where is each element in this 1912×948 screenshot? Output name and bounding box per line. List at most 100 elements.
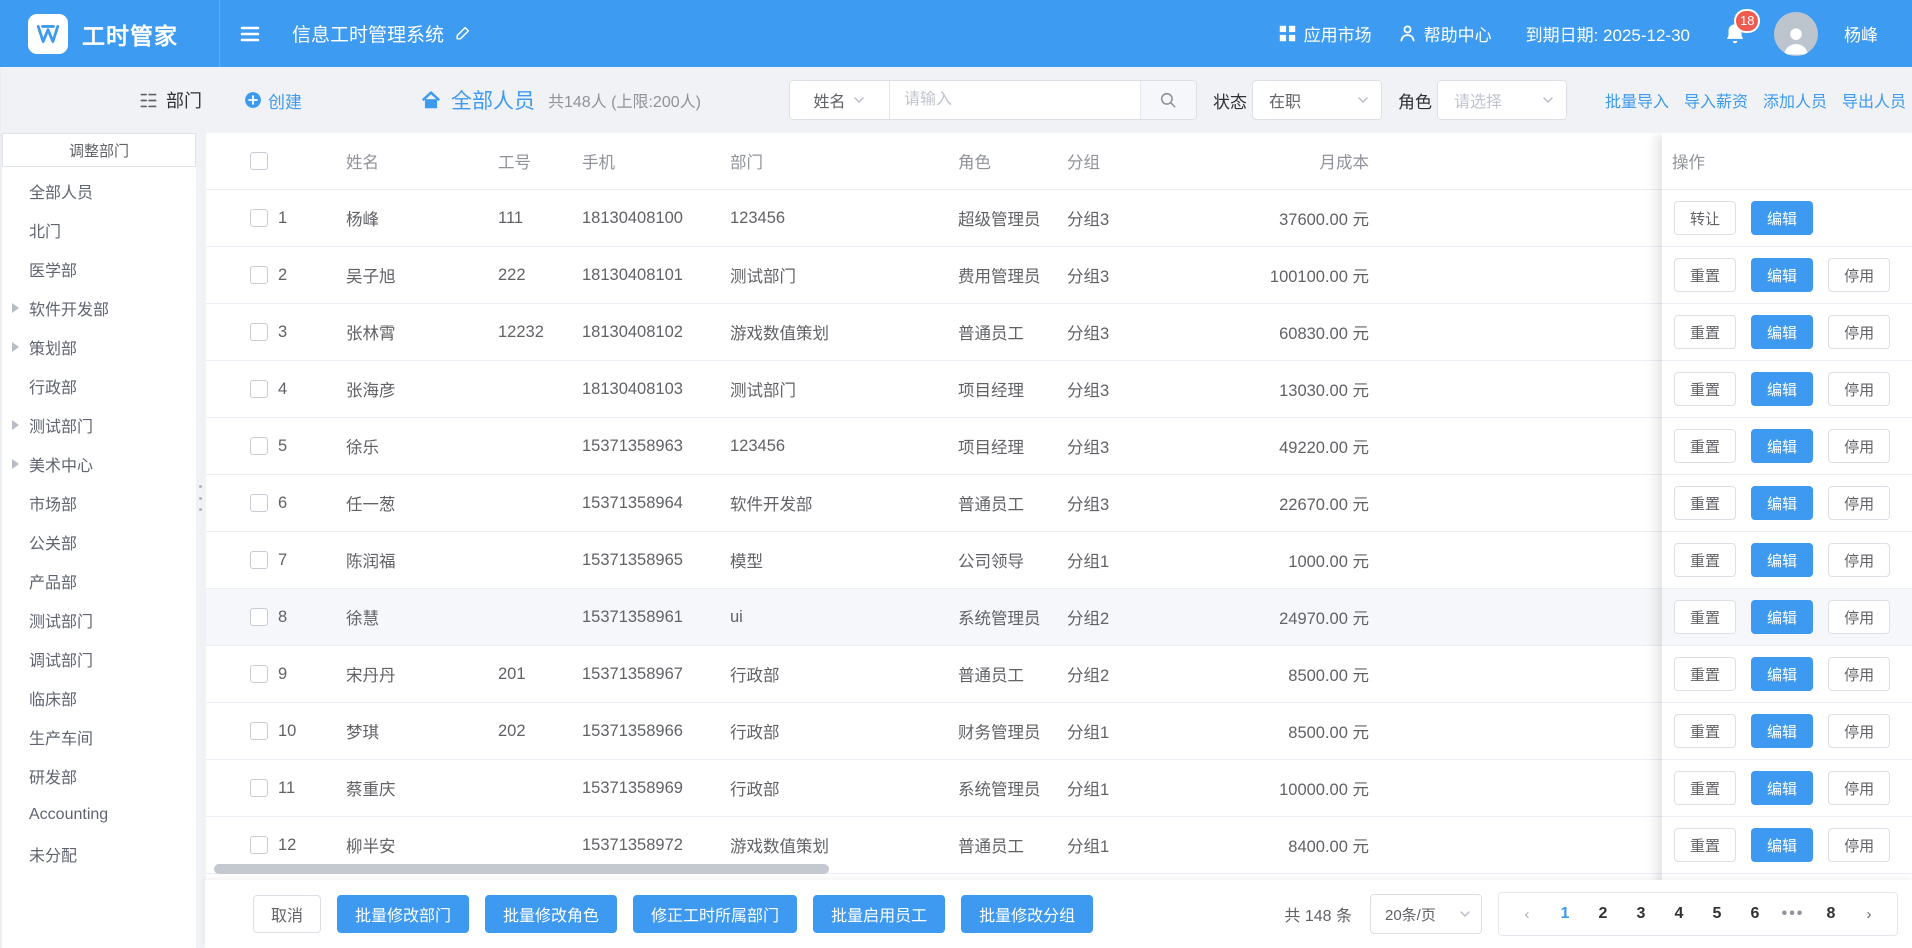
disable-button[interactable]: 停用 — [1828, 486, 1890, 520]
reset-button[interactable]: 重置 — [1674, 258, 1736, 292]
row-checkbox[interactable] — [250, 779, 268, 797]
search-button[interactable] — [1140, 81, 1196, 119]
disable-button[interactable]: 停用 — [1828, 372, 1890, 406]
toolbar-link[interactable]: 批量导入 — [1605, 88, 1669, 112]
help-center-link[interactable]: 帮助中心 — [1398, 21, 1492, 46]
dept-tree-node[interactable]: 测试部门 — [2, 405, 196, 444]
reset-button[interactable]: 重置 — [1674, 600, 1736, 634]
disable-button[interactable]: 停用 — [1828, 714, 1890, 748]
row-checkbox[interactable] — [250, 323, 268, 341]
row-checkbox[interactable] — [250, 266, 268, 284]
dept-tree-node[interactable]: 未分配 — [2, 834, 196, 873]
notification-bell[interactable]: 18 — [1722, 21, 1748, 47]
edit-button[interactable]: 编辑 — [1751, 372, 1813, 406]
disable-button[interactable]: 停用 — [1828, 258, 1890, 292]
dept-tree-node[interactable]: 调试部门 — [2, 639, 196, 678]
row-checkbox[interactable] — [250, 437, 268, 455]
batch-button[interactable]: 批量启用员工 — [813, 895, 945, 933]
disable-button[interactable]: 停用 — [1828, 315, 1890, 349]
disable-button[interactable]: 停用 — [1828, 657, 1890, 691]
transfer-button[interactable]: 转让 — [1674, 201, 1736, 235]
dept-tree-node[interactable]: 产品部 — [2, 561, 196, 600]
caret-right-icon[interactable] — [12, 303, 19, 313]
status-select[interactable]: 在职 — [1252, 80, 1382, 120]
toolbar-link[interactable]: 导出人员 — [1842, 88, 1906, 112]
reset-button[interactable]: 重置 — [1674, 486, 1736, 520]
next-page-button[interactable]: › — [1853, 898, 1885, 930]
dept-tree-node[interactable]: 策划部 — [2, 327, 196, 366]
dept-tree-node[interactable]: 美术中心 — [2, 444, 196, 483]
edit-button[interactable]: 编辑 — [1751, 315, 1813, 349]
current-username[interactable]: 杨峰 — [1844, 21, 1878, 46]
dept-tree-node[interactable]: 全部人员 — [2, 171, 196, 210]
dept-tree-node[interactable]: 软件开发部 — [2, 288, 196, 327]
reset-button[interactable]: 重置 — [1674, 315, 1736, 349]
row-checkbox[interactable] — [250, 665, 268, 683]
panel-resize-handle[interactable] — [196, 485, 204, 511]
reset-button[interactable]: 重置 — [1674, 828, 1736, 862]
select-all-checkbox[interactable] — [250, 152, 268, 170]
reset-button[interactable]: 重置 — [1674, 657, 1736, 691]
edit-button[interactable]: 编辑 — [1751, 543, 1813, 577]
disable-button[interactable]: 停用 — [1828, 771, 1890, 805]
dept-tree-node[interactable]: 临床部 — [2, 678, 196, 717]
reset-button[interactable]: 重置 — [1674, 771, 1736, 805]
edit-button[interactable]: 编辑 — [1751, 657, 1813, 691]
batch-button[interactable]: 批量修改角色 — [485, 895, 617, 933]
edit-button[interactable]: 编辑 — [1751, 258, 1813, 292]
reset-button[interactable]: 重置 — [1674, 372, 1736, 406]
edit-button[interactable]: 编辑 — [1751, 429, 1813, 463]
row-checkbox[interactable] — [250, 722, 268, 740]
disable-button[interactable]: 停用 — [1828, 543, 1890, 577]
create-dept-button[interactable]: 创建 — [244, 88, 302, 113]
disable-button[interactable]: 停用 — [1828, 600, 1890, 634]
dept-tree-node[interactable]: 北门 — [2, 210, 196, 249]
user-avatar[interactable] — [1774, 12, 1818, 56]
app-market-link[interactable]: 应用市场 — [1278, 21, 1372, 46]
dept-tree-node[interactable]: 医学部 — [2, 249, 196, 288]
row-checkbox[interactable] — [250, 608, 268, 626]
dept-tree-node[interactable]: Accounting — [2, 795, 196, 834]
edit-button[interactable]: 编辑 — [1751, 600, 1813, 634]
page-size-select[interactable]: 20条/页 — [1370, 894, 1482, 934]
row-checkbox[interactable] — [250, 209, 268, 227]
page-number[interactable]: 5 — [1701, 898, 1733, 930]
page-number[interactable]: 4 — [1663, 898, 1695, 930]
edit-button[interactable]: 编辑 — [1751, 714, 1813, 748]
menu-collapse-icon[interactable] — [238, 22, 262, 46]
row-checkbox[interactable] — [250, 836, 268, 854]
reset-button[interactable]: 重置 — [1674, 714, 1736, 748]
current-dept-group[interactable]: 全部人员 — [420, 85, 535, 115]
caret-right-icon[interactable] — [12, 342, 19, 352]
prev-page-button[interactable]: ‹ — [1511, 898, 1543, 930]
dept-tree-node[interactable]: 公关部 — [2, 522, 196, 561]
toolbar-link[interactable]: 添加人员 — [1763, 88, 1827, 112]
caret-right-icon[interactable] — [12, 459, 19, 469]
page-number[interactable]: 8 — [1815, 898, 1847, 930]
adjust-dept-button[interactable]: 调整部门 — [2, 133, 196, 167]
toolbar-link[interactable]: 导入薪资 — [1684, 88, 1748, 112]
page-number[interactable]: 6 — [1739, 898, 1771, 930]
page-number[interactable]: 1 — [1549, 898, 1581, 930]
row-checkbox[interactable] — [250, 494, 268, 512]
edit-button[interactable]: 编辑 — [1751, 828, 1813, 862]
horizontal-scrollbar[interactable] — [214, 864, 829, 874]
disable-button[interactable]: 停用 — [1828, 429, 1890, 463]
search-input[interactable] — [890, 81, 1140, 119]
dept-tree-node[interactable]: 行政部 — [2, 366, 196, 405]
caret-right-icon[interactable] — [12, 420, 19, 430]
page-number[interactable]: 3 — [1625, 898, 1657, 930]
dept-tree-node[interactable]: 测试部门 — [2, 600, 196, 639]
reset-button[interactable]: 重置 — [1674, 429, 1736, 463]
page-number[interactable]: 2 — [1587, 898, 1619, 930]
dept-tree-node[interactable]: 研发部 — [2, 756, 196, 795]
search-field-select[interactable]: 姓名 — [790, 81, 890, 119]
row-checkbox[interactable] — [250, 380, 268, 398]
edit-button[interactable]: 编辑 — [1751, 201, 1813, 235]
role-select[interactable]: 请选择 — [1437, 80, 1567, 120]
dept-tree-node[interactable]: 市场部 — [2, 483, 196, 522]
dept-tree-node[interactable]: 生产车间 — [2, 717, 196, 756]
batch-button[interactable]: 修正工时所属部门 — [633, 895, 797, 933]
more-pages-icon[interactable]: ••• — [1777, 898, 1809, 930]
cancel-button[interactable]: 取消 — [253, 895, 321, 933]
